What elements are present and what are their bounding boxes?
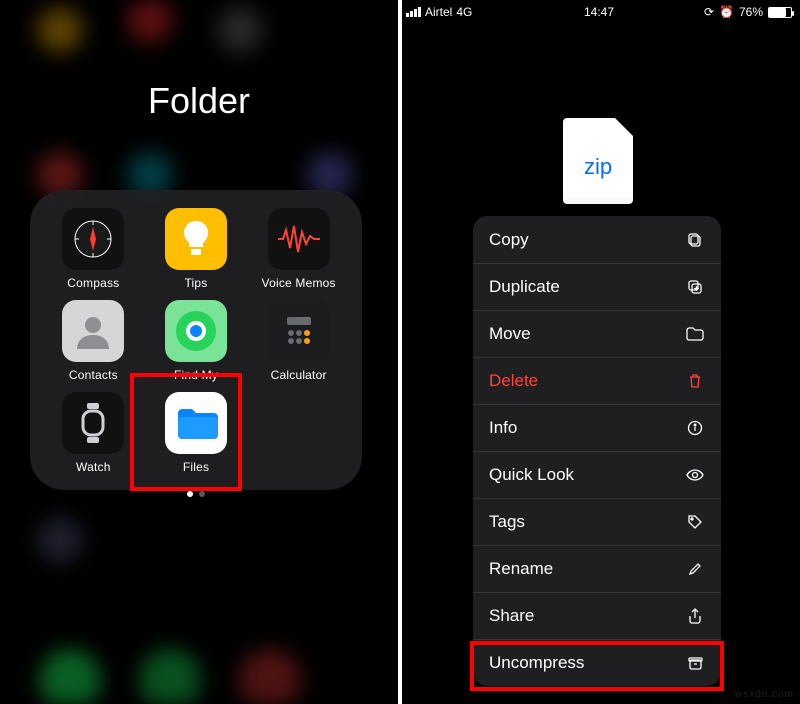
context-menu: Copy Duplicate Move Delete Info Quick Lo… [473,216,721,686]
duplicate-icon [685,279,705,295]
tips-icon [165,208,227,270]
app-tips[interactable]: Tips [146,208,246,298]
app-compass[interactable]: Compass [43,208,143,298]
menu-item-duplicate[interactable]: Duplicate [473,263,721,310]
pencil-icon [685,562,705,576]
menu-item-info[interactable]: Info [473,404,721,451]
contacts-icon [62,300,124,362]
folder-title: Folder [0,80,398,122]
compass-icon [62,208,124,270]
eye-icon [685,469,705,481]
app-label: Contacts [43,368,143,382]
info-icon [685,420,705,436]
menu-item-tags[interactable]: Tags [473,498,721,545]
watermark: wsxdn.com [735,689,794,700]
folder-icon [685,327,705,341]
phone-files-context-menu: Airtel 4G 14:47 ⟳ ⏰ 76% zip Copy Duplica… [398,0,800,704]
phone-home-folder: Folder Compass Tips Voice Memos [0,0,398,704]
archive-icon [685,656,705,671]
trash-icon [685,373,705,389]
page-indicator[interactable] [42,484,350,502]
watch-icon [62,392,124,454]
zip-file-icon[interactable]: zip [563,118,633,204]
app-calculator[interactable]: Calculator [249,300,349,390]
menu-item-move[interactable]: Move [473,310,721,357]
image-divider [398,0,402,704]
app-watch[interactable]: Watch [43,392,143,482]
app-label: Find My [146,368,246,382]
menu-item-uncompress[interactable]: Uncompress [473,639,721,686]
copy-icon [685,232,705,248]
app-grid: Compass Tips Voice Memos Contacts [42,208,350,482]
app-label: Watch [43,460,143,474]
calculator-icon [268,300,330,362]
app-find-my[interactable]: Find My [146,300,246,390]
files-icon [165,392,227,454]
clock: 14:47 [398,5,800,19]
app-label: Files [146,460,246,474]
zip-file-label: zip [584,154,612,180]
voice-memos-icon [268,208,330,270]
status-bar: Airtel 4G 14:47 ⟳ ⏰ 76% [398,0,800,22]
menu-item-rename[interactable]: Rename [473,545,721,592]
menu-item-share[interactable]: Share [473,592,721,639]
app-label: Compass [43,276,143,290]
find-my-icon [165,300,227,362]
menu-item-delete[interactable]: Delete [473,357,721,404]
menu-item-quick-look[interactable]: Quick Look [473,451,721,498]
app-label: Voice Memos [249,276,349,290]
battery-icon [768,7,792,18]
share-icon [685,608,705,624]
app-voice-memos[interactable]: Voice Memos [249,208,349,298]
tag-icon [685,514,705,530]
folder-panel: Compass Tips Voice Memos Contacts [30,190,362,490]
menu-item-copy[interactable]: Copy [473,216,721,263]
app-label: Tips [146,276,246,290]
app-label: Calculator [249,368,349,382]
app-files[interactable]: Files [146,392,246,482]
app-contacts[interactable]: Contacts [43,300,143,390]
